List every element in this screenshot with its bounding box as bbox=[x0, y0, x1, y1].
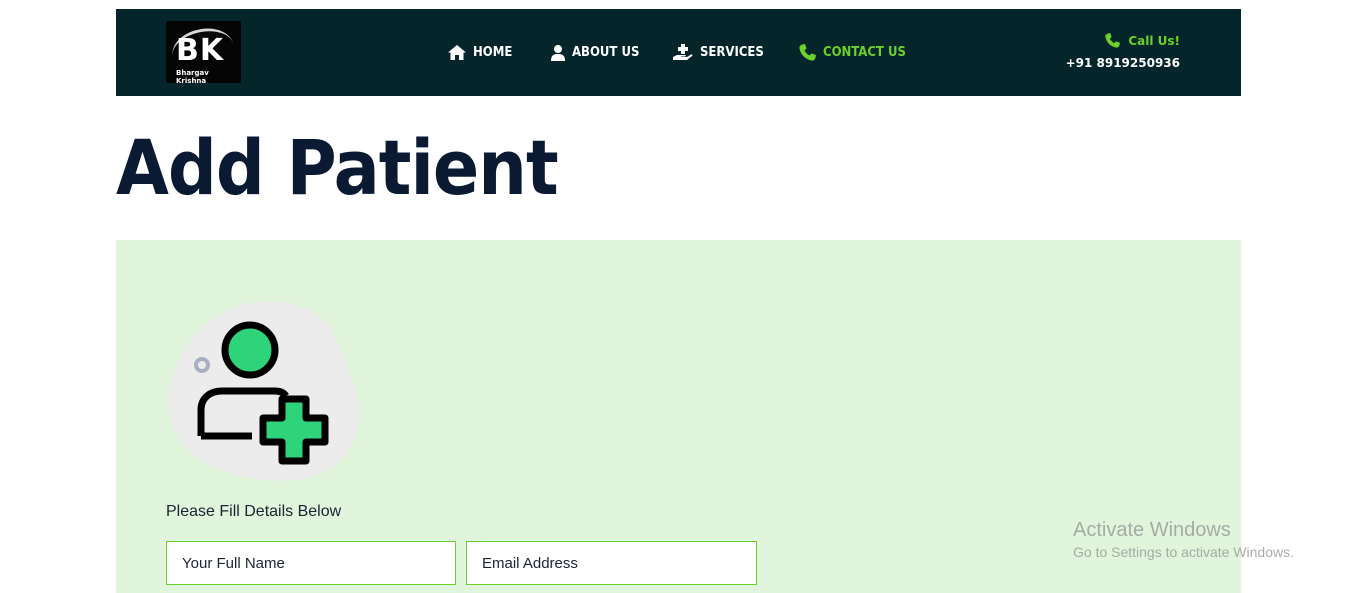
full-name-input[interactable] bbox=[166, 541, 456, 585]
add-user-icon bbox=[168, 301, 360, 481]
home-icon bbox=[448, 45, 466, 60]
hand-medical-icon bbox=[673, 44, 693, 60]
nav-item-contact[interactable]: CONTACT US bbox=[799, 9, 906, 96]
phone-icon bbox=[799, 44, 816, 61]
nav-label-contact: CONTACT US bbox=[823, 45, 906, 60]
nav-item-about[interactable]: ABOUT US bbox=[551, 9, 639, 96]
activation-watermark-subtitle: Go to Settings to activate Windows. bbox=[1073, 544, 1294, 560]
call-us-label[interactable]: Call Us! bbox=[1105, 33, 1180, 48]
site-header: BK Bhargav Krishna HOME ABOUT US SERVICE… bbox=[116, 9, 1241, 96]
page-title: Add Patient bbox=[116, 123, 559, 212]
user-icon bbox=[551, 44, 565, 61]
nav-label-services: SERVICES bbox=[700, 45, 764, 60]
nav-label-home: HOME bbox=[473, 45, 513, 60]
phone-number[interactable]: +91 8919250936 bbox=[1066, 56, 1180, 70]
logo-letters: BK bbox=[176, 33, 225, 68]
logo-subtitle: Bhargav Krishna bbox=[176, 69, 209, 83]
brand-logo[interactable]: BK Bhargav Krishna bbox=[166, 21, 241, 83]
form-instructions: Please Fill Details Below bbox=[166, 503, 342, 520]
phone-icon bbox=[1105, 33, 1121, 48]
activation-watermark-title: Activate Windows bbox=[1073, 519, 1231, 541]
call-us-text: Call Us! bbox=[1128, 33, 1180, 48]
nav-item-services[interactable]: SERVICES bbox=[673, 9, 764, 96]
nav-item-home[interactable]: HOME bbox=[448, 9, 512, 96]
nav-label-about: ABOUT US bbox=[572, 45, 640, 60]
email-input[interactable] bbox=[466, 541, 757, 585]
